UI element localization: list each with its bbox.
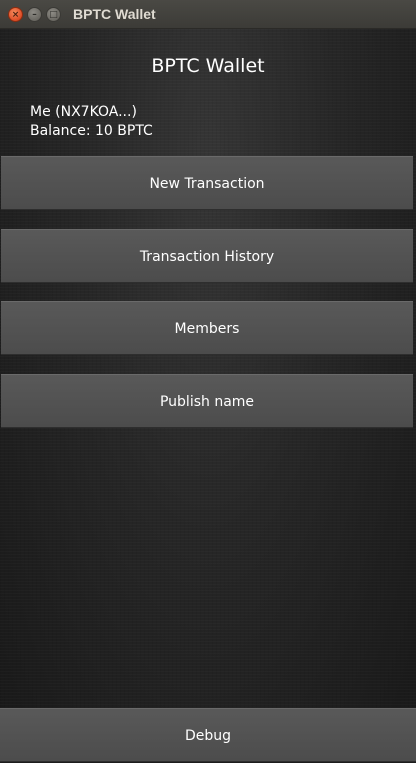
account-info: Me (NX7KOA...) Balance: 10 BPTC: [30, 103, 153, 141]
window-title: BPTC Wallet: [73, 6, 156, 22]
transaction-history-button[interactable]: Transaction History: [1, 229, 413, 283]
title-bar[interactable]: × – □ BPTC Wallet: [0, 0, 416, 29]
publish-name-button[interactable]: Publish name: [1, 374, 413, 428]
maximize-window-icon[interactable]: □: [46, 7, 61, 22]
page-title: BPTC Wallet: [151, 55, 265, 77]
close-window-icon[interactable]: ×: [8, 7, 23, 22]
new-transaction-button[interactable]: New Transaction: [1, 156, 413, 210]
wallet-main-screen: BPTC Wallet Me (NX7KOA...) Balance: 10 B…: [0, 29, 416, 762]
members-button[interactable]: Members: [1, 301, 413, 355]
debug-button[interactable]: Debug: [0, 708, 416, 762]
app-window: × – □ BPTC Wallet BPTC Wallet Me (NX7KOA…: [0, 0, 416, 762]
account-name: Me (NX7KOA...): [30, 104, 137, 120]
balance-label: Balance: 10 BPTC: [30, 123, 153, 139]
minimize-window-icon[interactable]: –: [27, 7, 42, 22]
